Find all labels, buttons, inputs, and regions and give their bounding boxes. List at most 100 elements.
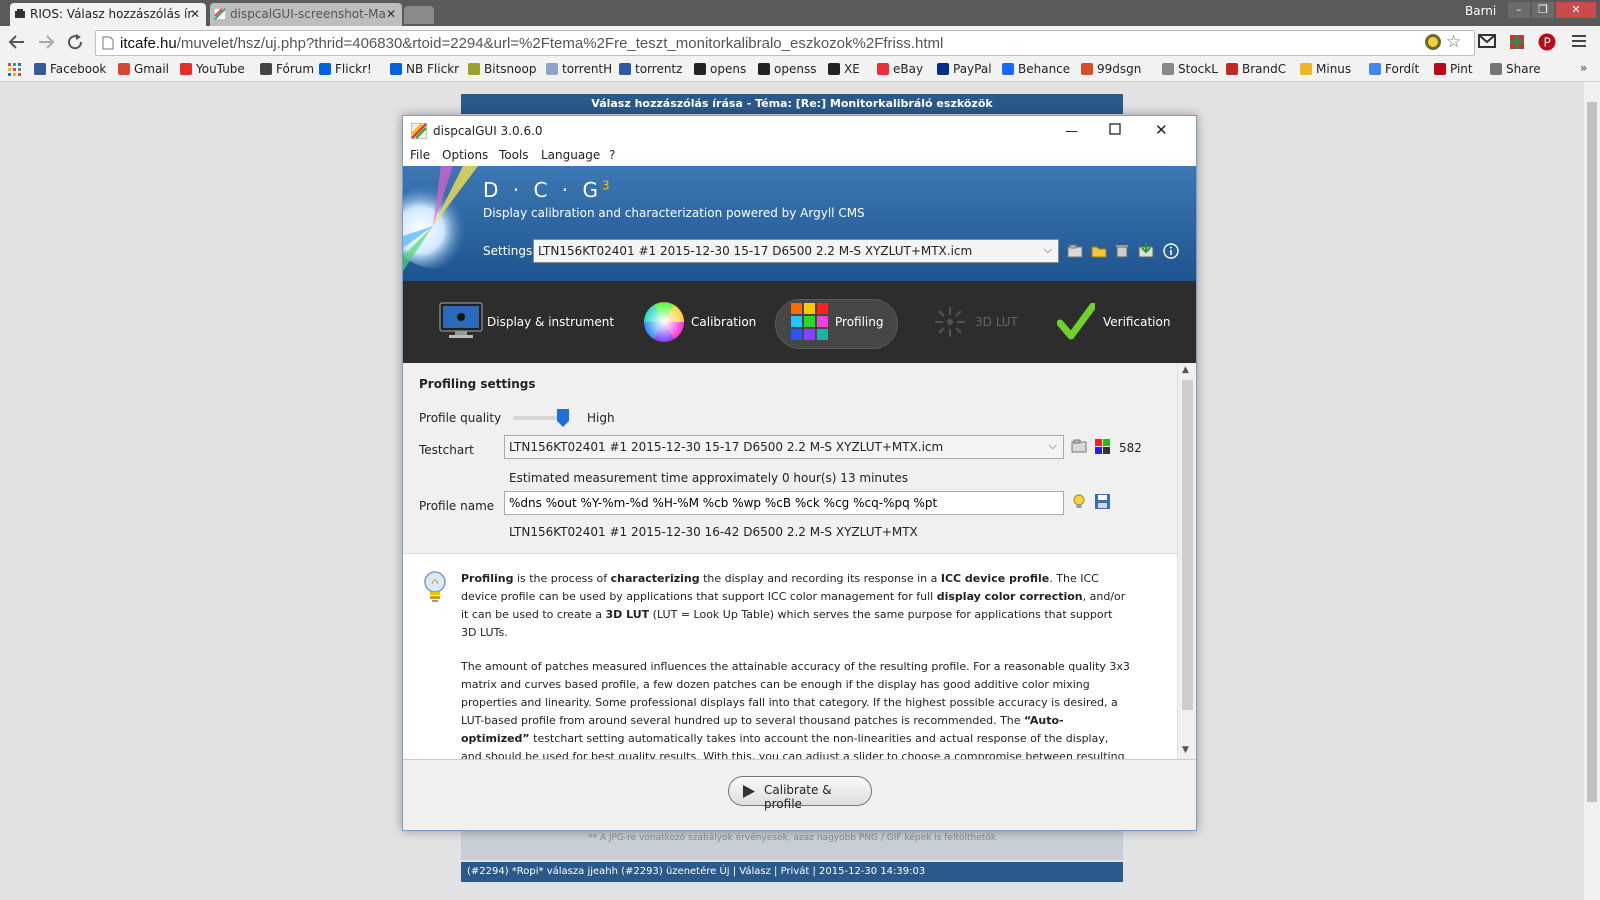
close-window-icon[interactable]: ✕: [1556, 2, 1596, 18]
bookmark-item[interactable]: NB Flickr: [390, 62, 459, 76]
bookmark-favicon-icon: [260, 63, 272, 75]
open-testchart-icon[interactable]: [1071, 439, 1087, 453]
bookmark-favicon-icon: [319, 63, 331, 75]
bookmark-label: BrandC: [1242, 62, 1287, 76]
window-maximize-icon[interactable]: [1109, 123, 1121, 135]
more-bookmarks-icon[interactable]: »: [1580, 61, 1587, 75]
load-settings-icon[interactable]: [1067, 244, 1083, 258]
bookmark-item[interactable]: Gmail: [118, 62, 169, 76]
calibrate-profile-button[interactable]: Calibrate & profile: [728, 776, 872, 811]
minimize-icon[interactable]: –: [1508, 2, 1530, 18]
bookmark-item[interactable]: Minus: [1300, 62, 1351, 76]
menu-tools[interactable]: Tools: [499, 148, 529, 162]
close-tab-icon[interactable]: ✕: [190, 7, 200, 21]
help-text-run: 3D LUT: [605, 608, 650, 621]
scroll-down-icon[interactable]: ▼: [1182, 745, 1189, 755]
bookmark-item[interactable]: Behance: [1002, 62, 1070, 76]
bookmark-item[interactable]: Flickr!: [319, 62, 372, 76]
page-scrollbar-thumb[interactable]: [1587, 102, 1597, 802]
bookmark-label: YouTube: [196, 62, 245, 76]
forward-arrow-icon[interactable]: [37, 33, 55, 51]
bookmark-favicon-icon: [1081, 63, 1093, 75]
testchart-label: Testchart: [419, 443, 474, 457]
bookmark-item[interactable]: openss: [758, 62, 816, 76]
bookmark-item[interactable]: BrandC: [1226, 62, 1286, 76]
menu-file[interactable]: File: [410, 148, 430, 162]
tab-verification[interactable]: Verification: [1057, 281, 1177, 363]
address-bar[interactable]: itcafe.hu/muvelet/hsz/uj.php?thrid=40683…: [95, 30, 1475, 56]
tab-profiling[interactable]: Profiling: [791, 281, 896, 363]
chevron-down-icon: ⌵: [1043, 243, 1052, 256]
bookmark-item[interactable]: Facebook: [34, 62, 106, 76]
bookmark-favicon-icon: [877, 63, 889, 75]
bookmark-item[interactable]: eBay: [877, 62, 923, 76]
browser-tab-active[interactable]: RIOS: Válasz hozzászólás ír ✕: [10, 3, 206, 26]
bookmark-favicon-icon: [1226, 63, 1238, 75]
tab-label: Display & instrument: [487, 315, 615, 329]
open-folder-icon[interactable]: [1091, 244, 1107, 258]
bookmark-item[interactable]: opens: [694, 62, 746, 76]
delete-settings-icon[interactable]: [1115, 243, 1129, 258]
profile-user[interactable]: Barni: [1465, 4, 1496, 18]
bookmark-item[interactable]: Share: [1490, 62, 1541, 76]
content-scrollbar[interactable]: ▲ ▼: [1177, 363, 1196, 759]
window-close-icon[interactable]: ✕: [1155, 121, 1168, 139]
close-tab-icon[interactable]: ✕: [386, 7, 396, 21]
testchart-editor-icon[interactable]: [1095, 439, 1110, 454]
bookmark-item[interactable]: 99dsgn: [1081, 62, 1141, 76]
lightbulb-icon[interactable]: [1073, 494, 1085, 510]
bookmark-star-icon[interactable]: ☆: [1446, 32, 1461, 52]
apps-grid-icon[interactable]: [8, 63, 22, 77]
reload-icon[interactable]: [66, 33, 84, 51]
bookmark-item[interactable]: StockL: [1162, 62, 1218, 76]
pinterest-icon[interactable]: P: [1538, 33, 1556, 51]
bookmark-item[interactable]: XE: [828, 62, 860, 76]
menu-language[interactable]: Language: [541, 148, 600, 162]
svg-text:P: P: [1544, 36, 1551, 50]
menu-icon[interactable]: [1572, 34, 1586, 48]
window-minimize-icon[interactable]: —: [1065, 124, 1078, 139]
new-tab-button[interactable]: [404, 6, 434, 24]
slider-thumb[interactable]: [557, 409, 569, 427]
scroll-up-icon[interactable]: ▲: [1182, 365, 1189, 375]
bookmark-item[interactable]: torrentz: [619, 62, 682, 76]
bookmark-label: 99dsgn: [1097, 62, 1142, 76]
page-post-footer: (#2294) *Ropi* válasza jjeahh (#2293) üz…: [461, 862, 1123, 882]
help-text-run: Profiling: [461, 572, 514, 585]
help-text-run: testchart setting automatically takes in…: [461, 732, 1125, 759]
settings-dropdown[interactable]: LTN156KT02401 #1 2015-12-30 15-17 D6500 …: [533, 239, 1059, 263]
bookmark-item[interactable]: Bitsnoop: [468, 62, 536, 76]
testchart-dropdown[interactable]: LTN156KT02401 #1 2015-12-30 15-17 D6500 …: [504, 435, 1064, 459]
install-profile-icon[interactable]: [1138, 243, 1154, 258]
bookmark-item[interactable]: Pint: [1434, 62, 1473, 76]
bookmark-item[interactable]: Fordít: [1369, 62, 1419, 76]
bookmark-item[interactable]: PayPal: [937, 62, 992, 76]
bookmark-label: torrentz: [635, 62, 683, 76]
browser-tab[interactable]: dispcalGUI-screenshot-Ma ✕: [210, 3, 402, 26]
mail-icon[interactable]: [1478, 34, 1496, 48]
bookmark-label: Behance: [1018, 62, 1071, 76]
bookmark-item[interactable]: YouTube: [180, 62, 245, 76]
puzzle-extension-icon[interactable]: [1508, 33, 1526, 51]
menu-options[interactable]: Options: [442, 148, 488, 162]
bookmark-favicon-icon: [828, 63, 840, 75]
profile-name-input[interactable]: [504, 491, 1064, 515]
back-arrow-icon[interactable]: [8, 33, 26, 51]
save-icon[interactable]: [1095, 494, 1110, 509]
bookmark-favicon-icon: [546, 63, 558, 75]
bookmark-item[interactable]: torrentH: [546, 62, 612, 76]
profile-quality-slider[interactable]: [513, 409, 569, 427]
bookmark-label: Minus: [1316, 62, 1352, 76]
page-scrollbar[interactable]: [1584, 82, 1600, 900]
tab-calibration[interactable]: Calibration: [643, 281, 763, 363]
chevron-down-icon: ⌵: [1048, 439, 1057, 452]
color-wheel-icon: [643, 301, 685, 343]
bookmark-label: Share: [1506, 62, 1541, 76]
extension-icon[interactable]: [1424, 33, 1442, 51]
restore-icon[interactable]: ❐: [1532, 2, 1554, 18]
content-scrollbar-thumb[interactable]: [1182, 380, 1193, 710]
info-icon[interactable]: [1163, 243, 1179, 259]
menu-help[interactable]: ?: [609, 148, 615, 162]
bookmark-item[interactable]: Fórum: [260, 62, 314, 76]
tab-display-instrument[interactable]: Display & instrument: [439, 281, 619, 363]
